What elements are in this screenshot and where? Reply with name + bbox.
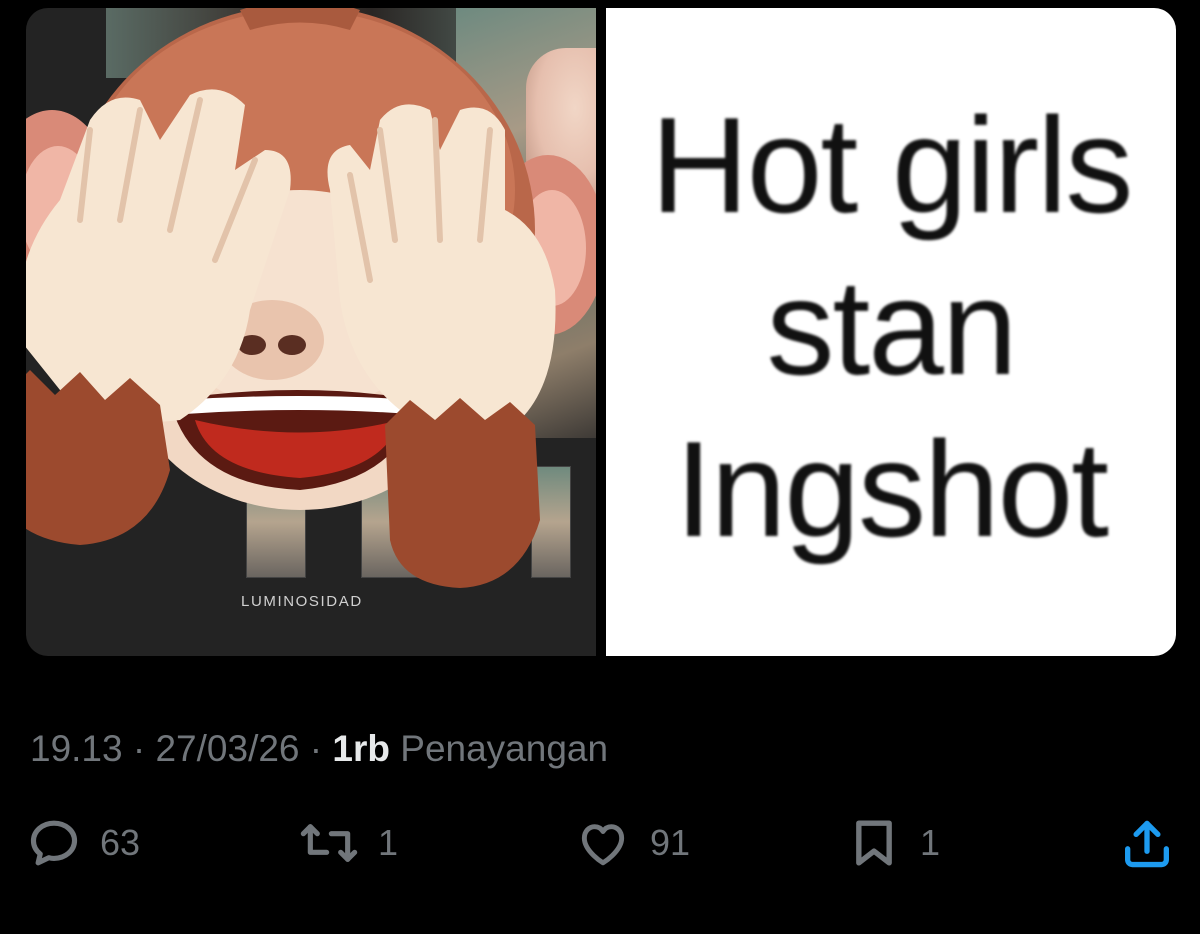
tweet-date[interactable]: 27/03/26	[155, 728, 299, 769]
media-grid: LUMINOSIDAD Hot girls stan Ingshot	[26, 8, 1176, 656]
repost-button[interactable]: 1	[298, 815, 398, 871]
reply-count: 63	[100, 822, 141, 863]
separator: ·	[299, 728, 333, 769]
bookmark-button[interactable]: 1	[846, 815, 940, 871]
reply-button[interactable]: 63	[26, 815, 140, 871]
views-count[interactable]: 1rb	[332, 728, 390, 769]
separator: ·	[122, 728, 156, 769]
tweet-time[interactable]: 19.13	[30, 728, 123, 769]
meme-line: Hot girls	[650, 89, 1134, 241]
tweet-metadata: 19.13 · 27/03/26 · 1rb Penayangan	[30, 728, 608, 770]
meme-text: Hot girls stan Ingshot	[650, 84, 1134, 570]
media-image-right[interactable]: Hot girls stan Ingshot	[606, 8, 1176, 656]
see-no-evil-monkey-emoji	[26, 8, 596, 588]
bookmark-icon	[856, 820, 892, 866]
meme-line: Ingshot	[674, 413, 1109, 565]
like-icon	[581, 824, 625, 866]
tweet: LUMINOSIDAD Hot girls stan Ingshot 19.13…	[0, 0, 1200, 934]
views-label: Penayangan	[389, 728, 609, 769]
share-button[interactable]	[1118, 815, 1176, 873]
media-image-left[interactable]: LUMINOSIDAD	[26, 8, 596, 656]
share-icon	[1125, 820, 1169, 868]
like-button[interactable]: 91	[574, 815, 690, 871]
reply-icon	[30, 820, 78, 866]
repost-count: 1	[378, 822, 399, 863]
bookmark-count: 1	[920, 822, 941, 863]
like-count: 91	[650, 822, 691, 863]
repost-icon	[300, 824, 358, 862]
meme-line: stan	[766, 251, 1017, 403]
action-bar: 63 1 91 1	[0, 815, 1200, 875]
